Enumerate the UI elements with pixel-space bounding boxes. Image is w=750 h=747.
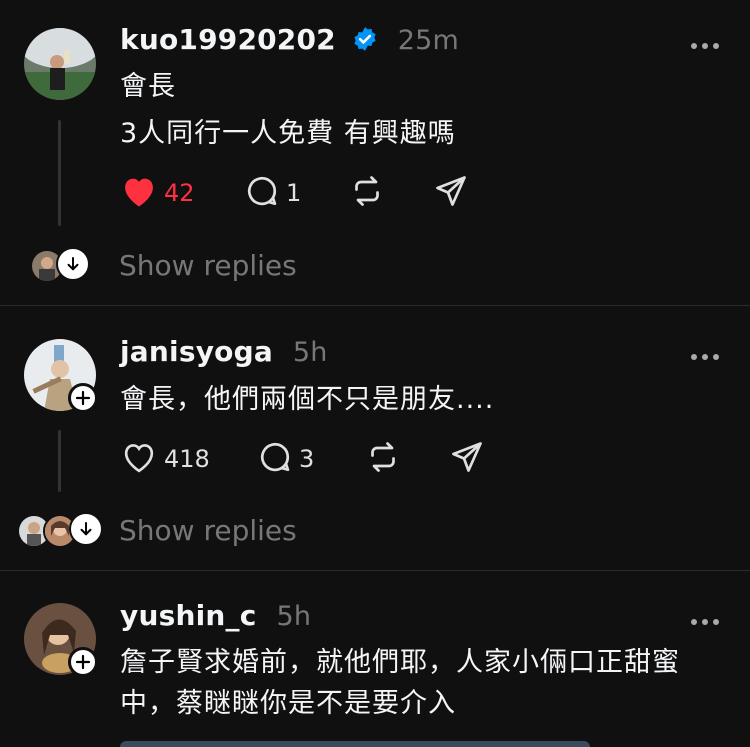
- username[interactable]: kuo19920202: [120, 23, 336, 56]
- like-button[interactable]: 42: [120, 173, 195, 213]
- comment-button[interactable]: 3: [257, 439, 314, 479]
- reply-count: 3: [299, 445, 315, 473]
- share-button[interactable]: [449, 439, 485, 479]
- post-text-line: 詹子賢求婚前，就他們耶，人家小倆口正甜蜜: [120, 647, 680, 678]
- media-preview[interactable]: [120, 741, 590, 747]
- post-text-line: 會長，他們兩個不只是朋友....: [120, 384, 495, 415]
- timestamp: 25m: [397, 25, 460, 56]
- repost-button[interactable]: [365, 439, 401, 479]
- repost-icon: [365, 439, 401, 479]
- post-text-line: 3人同行一人免費 有興趣嗎: [120, 118, 456, 149]
- more-icon[interactable]: [690, 36, 720, 49]
- show-replies-link[interactable]: Show replies: [119, 249, 297, 282]
- verified-icon: [352, 26, 378, 59]
- reply-count: 1: [286, 179, 302, 207]
- comment-icon: [244, 173, 280, 213]
- like-button[interactable]: 418: [120, 439, 210, 479]
- share-icon: [433, 173, 469, 213]
- username-row: yushin_c 5h: [120, 599, 311, 632]
- post-text-line: 中，蔡瞇瞇你是不是要介入: [120, 688, 456, 719]
- avatar[interactable]: [24, 28, 96, 100]
- comment-button[interactable]: 1: [244, 173, 301, 213]
- heart-icon: [120, 440, 158, 478]
- timestamp: 5h: [276, 601, 312, 632]
- thread-post-1: kuo19920202 25m 會長 3人同行一人免費 有興趣嗎 42 1 Sh…: [0, 0, 750, 305]
- username[interactable]: janisyoga: [120, 335, 273, 368]
- share-button[interactable]: [433, 173, 469, 213]
- heart-icon: [120, 174, 158, 212]
- more-icon[interactable]: [690, 612, 720, 625]
- thread-post-3: yushin_c 5h 詹子賢求婚前，就他們耶，人家小倆口正甜蜜 中，蔡瞇瞇你是…: [0, 571, 750, 747]
- username-row: janisyoga 5h: [120, 335, 328, 368]
- share-icon: [449, 439, 485, 479]
- follow-plus-icon[interactable]: [68, 383, 98, 413]
- expand-arrow-icon[interactable]: [56, 247, 90, 281]
- post-text-line: 會長: [120, 71, 176, 102]
- more-icon[interactable]: [690, 347, 720, 360]
- comment-icon: [257, 439, 293, 479]
- show-replies-link[interactable]: Show replies: [119, 514, 297, 547]
- expand-arrow-icon[interactable]: [69, 512, 103, 546]
- like-count: 418: [164, 445, 210, 473]
- thread-post-2: janisyoga 5h 會長，他們兩個不只是朋友.... 418 3 Show…: [0, 306, 750, 570]
- repost-button[interactable]: [349, 173, 385, 213]
- username[interactable]: yushin_c: [120, 599, 257, 632]
- repost-icon: [349, 173, 385, 213]
- timestamp: 5h: [292, 337, 328, 368]
- follow-plus-icon[interactable]: [68, 647, 98, 677]
- username-row: kuo19920202 25m: [120, 23, 459, 59]
- like-count: 42: [164, 179, 195, 207]
- thread-line: [58, 430, 61, 492]
- thread-line: [58, 120, 61, 226]
